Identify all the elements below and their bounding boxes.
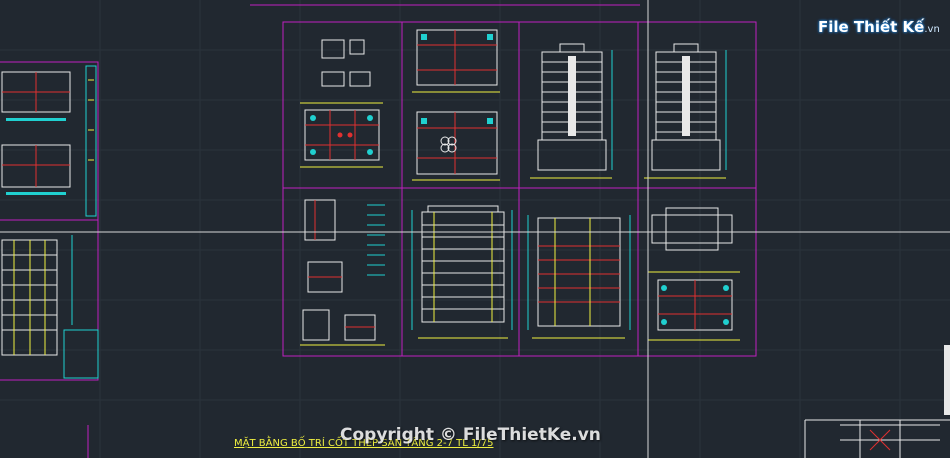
bottom-right-sheet[interactable] — [804, 345, 950, 458]
cell-floor-plan-1 — [300, 39, 383, 168]
cell-elevation-3 — [411, 205, 513, 339]
cell-elevation-2 — [644, 43, 727, 179]
cell-section — [527, 215, 631, 339]
copyright-watermark: Copyright © FileThietKe.vn — [340, 425, 601, 445]
cad-drawing-canvas[interactable] — [0, 0, 950, 458]
cell-floor-plan-2 — [412, 29, 500, 181]
background-grid — [0, 0, 950, 458]
crosshair-cursor — [0, 0, 950, 458]
site-logo: File Thiết Kế.vn — [818, 18, 940, 36]
left-sheet[interactable] — [0, 61, 99, 381]
logo-suffix-text: .vn — [924, 24, 940, 35]
cell-floor-plan-3 — [648, 207, 740, 341]
drawing-viewport[interactable] — [0, 0, 950, 458]
logo-brand-text: File Thiết Kế — [818, 18, 925, 36]
cell-details — [300, 199, 385, 346]
